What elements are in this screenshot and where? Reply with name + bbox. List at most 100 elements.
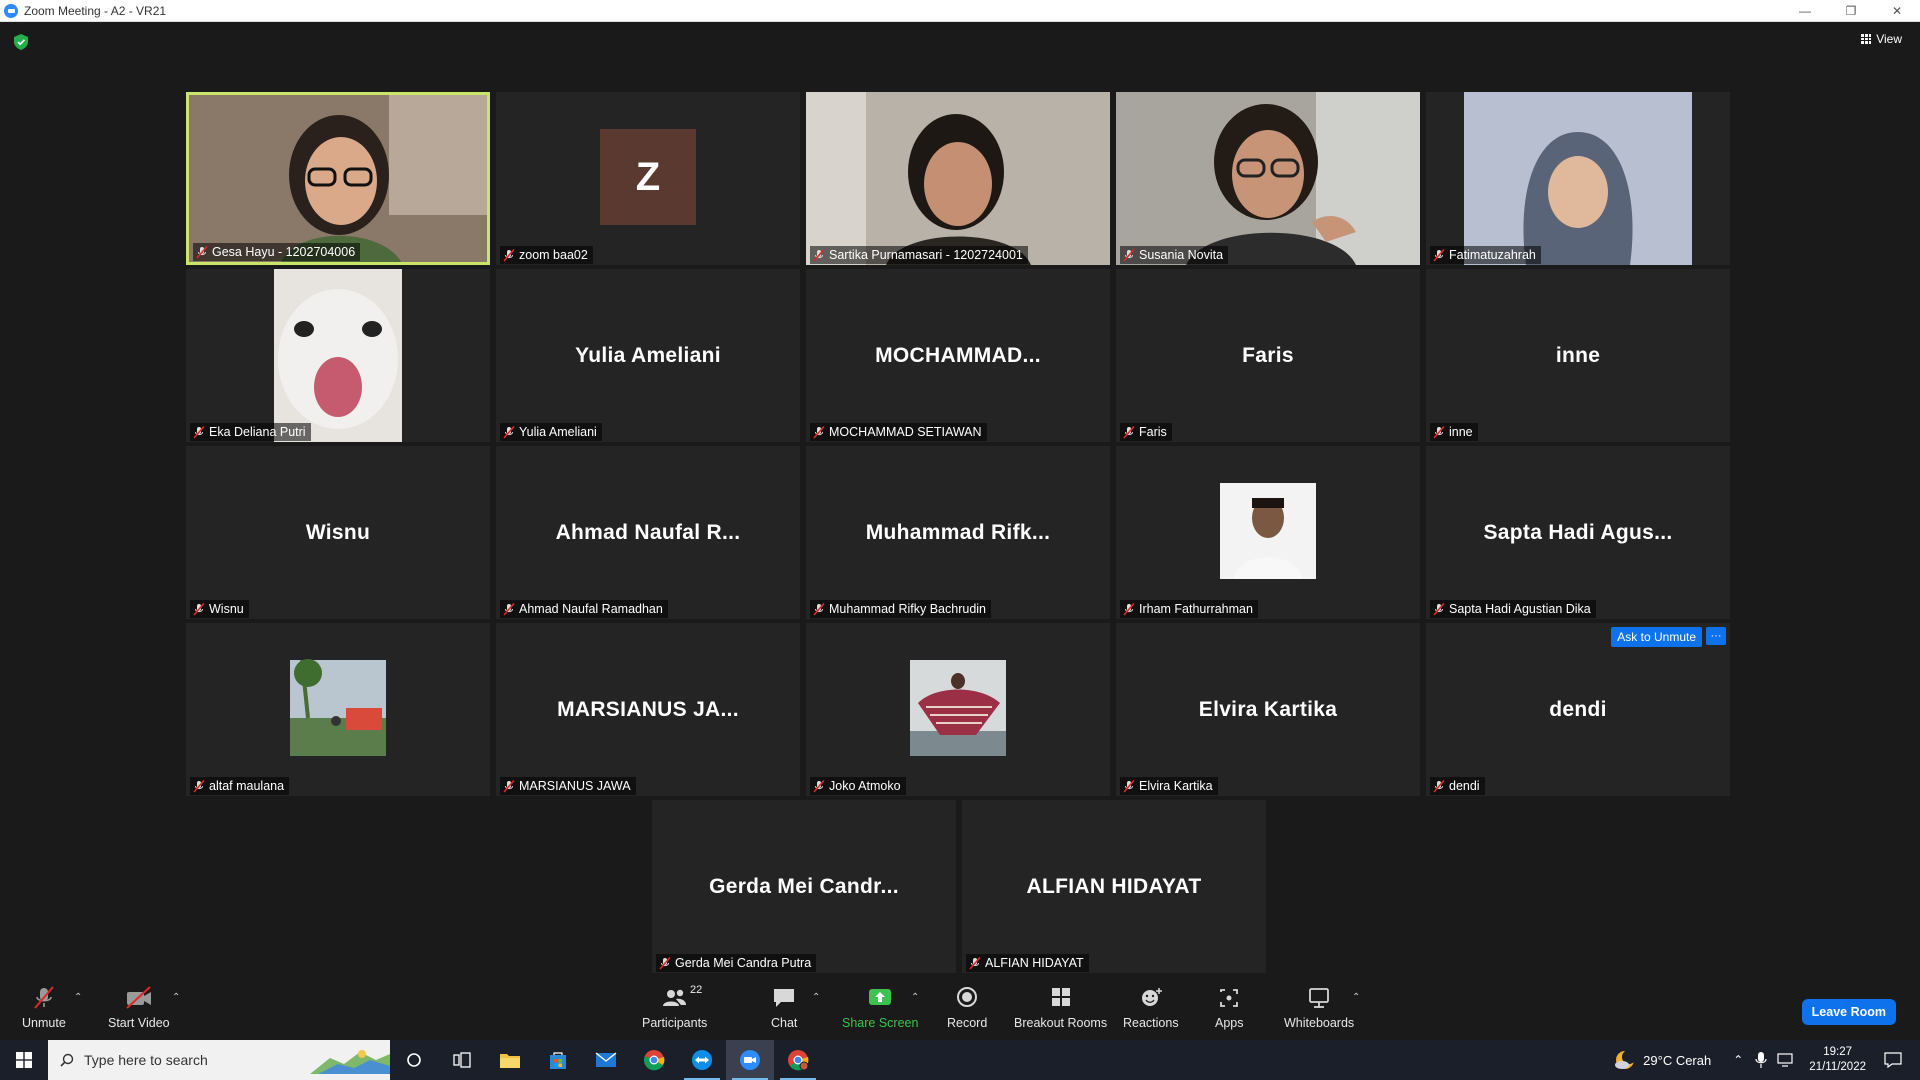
chat-icon — [774, 989, 795, 1007]
participant-name-label: Faris — [1120, 423, 1172, 441]
participant-display-name: Yulia Ameliani — [575, 343, 721, 367]
apps-button[interactable]: Apps — [1215, 986, 1244, 1030]
muted-mic-icon — [813, 602, 825, 616]
window-title-bar: Zoom Meeting - A2 - VR21 — ❐ ✕ — [0, 0, 1920, 22]
zoom-taskbar-icon[interactable] — [726, 1040, 774, 1080]
video-options-caret[interactable]: ⌃ — [172, 992, 180, 1003]
participant-name: Gerda Mei Candra Putra — [675, 956, 812, 970]
participant-name: Irham Fathurrahman — [1139, 602, 1253, 616]
whiteboard-options-caret[interactable]: ⌃ — [1352, 992, 1360, 1003]
participant-display-name: Gerda Mei Candr... — [709, 874, 899, 898]
chat-button[interactable]: Chat — [771, 986, 797, 1030]
participant-tile[interactable]: Yulia Ameliani Yulia Ameliani — [496, 269, 800, 442]
mail-icon[interactable] — [582, 1040, 630, 1080]
participant-tile[interactable]: Faris Faris — [1116, 269, 1420, 442]
participant-tile[interactable]: Elvira Kartika Elvira Kartika — [1116, 623, 1420, 796]
breakout-rooms-button[interactable]: Breakout Rooms — [1014, 986, 1107, 1030]
participant-tile[interactable]: Eka Deliana Putri — [186, 269, 490, 442]
restore-icon[interactable]: ❐ — [1828, 0, 1874, 22]
participant-tile[interactable]: Muhammad Rifk... Muhammad Rifky Bachrudin — [806, 446, 1110, 619]
weather-widget[interactable]: 29°C Cerah — [1613, 1049, 1711, 1071]
participant-display-name: MOCHAMMAD... — [875, 343, 1041, 367]
participant-tile[interactable]: altaf maulana — [186, 623, 490, 796]
muted-mic-icon — [193, 425, 205, 439]
breakout-rooms-icon — [1051, 988, 1070, 1006]
participant-tile[interactable]: Fatimatuzahrah — [1426, 92, 1730, 265]
view-button[interactable]: View — [1861, 32, 1902, 46]
security-shield-icon[interactable] — [14, 34, 28, 50]
participant-tile[interactable]: inne inne — [1426, 269, 1730, 442]
network-icon[interactable] — [1777, 1053, 1795, 1067]
window-controls: — ❐ ✕ — [1782, 0, 1920, 22]
participant-tile[interactable]: Wisnu Wisnu — [186, 446, 490, 619]
participant-name: Faris — [1139, 425, 1167, 439]
participant-name: MARSIANUS JAWA — [519, 779, 631, 793]
reactions-button[interactable]: Reactions — [1123, 986, 1179, 1030]
participant-name-label: MARSIANUS JAWA — [500, 777, 636, 795]
chat-options-caret[interactable]: ⌃ — [812, 992, 820, 1003]
unmute-label: Unmute — [22, 1016, 66, 1030]
participant-video-woman-earphones — [1116, 92, 1420, 265]
microphone-icon[interactable] — [1755, 1052, 1767, 1068]
taskbar-clock[interactable]: 19:27 21/11/2022 — [1809, 1045, 1866, 1075]
participant-video-woman-dark — [806, 92, 1110, 265]
ask-to-unmute-button[interactable]: Ask to Unmute — [1611, 627, 1702, 647]
clock-date: 21/11/2022 — [1809, 1061, 1866, 1073]
minimize-icon[interactable]: — — [1782, 0, 1828, 22]
unmute-button[interactable]: Unmute — [22, 986, 66, 1030]
participant-tile[interactable]: Sartika Purnamasari - 1202724001 — [806, 92, 1110, 265]
chrome-icon[interactable] — [630, 1040, 678, 1080]
participant-name: Eka Deliana Putri — [209, 425, 306, 439]
taskbar-search-box[interactable]: Type here to search — [48, 1040, 390, 1080]
muted-mic-icon — [1123, 248, 1135, 262]
leave-room-button[interactable]: Leave Room — [1801, 999, 1896, 1025]
participant-name: MOCHAMMAD SETIAWAN — [829, 425, 982, 439]
participant-display-name: Wisnu — [305, 520, 371, 544]
share-screen-button[interactable]: Share Screen — [842, 986, 918, 1030]
record-button[interactable]: Record — [947, 986, 987, 1030]
record-label: Record — [947, 1016, 988, 1030]
participant-name: dendi — [1449, 779, 1480, 793]
participant-display-name: Faris — [1242, 343, 1294, 367]
participant-name: ALFIAN HIDAYAT — [985, 956, 1084, 970]
file-explorer-icon[interactable] — [486, 1040, 534, 1080]
participant-display-name: Muhammad Rifk... — [865, 520, 1051, 544]
teamviewer-icon[interactable] — [678, 1040, 726, 1080]
muted-mic-icon — [1123, 779, 1135, 793]
participant-name-label: Muhammad Rifky Bachrudin — [810, 600, 992, 618]
muted-mic-icon — [1123, 602, 1135, 616]
participant-tile[interactable]: Gerda Mei Candr... Gerda Mei Candra Putra — [652, 800, 956, 973]
participant-tile[interactable]: dendi Ask to Unmute ··· dendi — [1426, 623, 1730, 796]
participant-tile[interactable]: Joko Atmoko — [806, 623, 1110, 796]
participant-tile[interactable]: Zzoom baa02 — [496, 92, 800, 265]
participant-tile[interactable]: MOCHAMMAD... MOCHAMMAD SETIAWAN — [806, 269, 1110, 442]
audio-options-caret[interactable]: ⌃ — [74, 992, 82, 1003]
share-options-caret[interactable]: ⌃ — [911, 992, 919, 1003]
microsoft-store-icon[interactable] — [534, 1040, 582, 1080]
windows-start-icon[interactable] — [0, 1040, 48, 1080]
participant-tile[interactable]: ALFIAN HIDAYAT ALFIAN HIDAYAT — [962, 800, 1266, 973]
muted-mic-icon — [1433, 425, 1445, 439]
video-off-icon — [126, 986, 151, 1009]
chrome-profile-icon[interactable] — [774, 1040, 822, 1080]
participant-tile[interactable]: Irham Fathurrahman — [1116, 446, 1420, 619]
participant-name: Joko Atmoko — [829, 779, 901, 793]
muted-mic-icon — [1123, 425, 1135, 439]
notification-center-icon[interactable] — [1884, 1052, 1902, 1068]
muted-mic-icon — [1433, 248, 1445, 262]
participant-tile[interactable]: Susania Novita — [1116, 92, 1420, 265]
muted-mic-icon — [1433, 602, 1445, 616]
participant-tile[interactable]: Gesa Hayu - 1202704006 — [186, 92, 490, 265]
start-video-button[interactable]: Start Video — [108, 986, 170, 1030]
participant-tile[interactable]: MARSIANUS JA... MARSIANUS JAWA — [496, 623, 800, 796]
participant-name-label: ALFIAN HIDAYAT — [966, 954, 1089, 972]
participant-tile[interactable]: Sapta Hadi Agus... Sapta Hadi Agustian Di… — [1426, 446, 1730, 619]
close-icon[interactable]: ✕ — [1874, 0, 1920, 22]
participant-tile[interactable]: Ahmad Naufal R... Ahmad Naufal Ramadhan — [496, 446, 800, 619]
more-options-button[interactable]: ··· — [1706, 627, 1726, 645]
reactions-icon — [1141, 988, 1162, 1006]
whiteboards-button[interactable]: Whiteboards — [1284, 986, 1354, 1030]
show-hidden-icons-icon[interactable]: ⌃ — [1733, 1053, 1743, 1067]
cortana-icon[interactable] — [390, 1040, 438, 1080]
task-view-icon[interactable] — [438, 1040, 486, 1080]
